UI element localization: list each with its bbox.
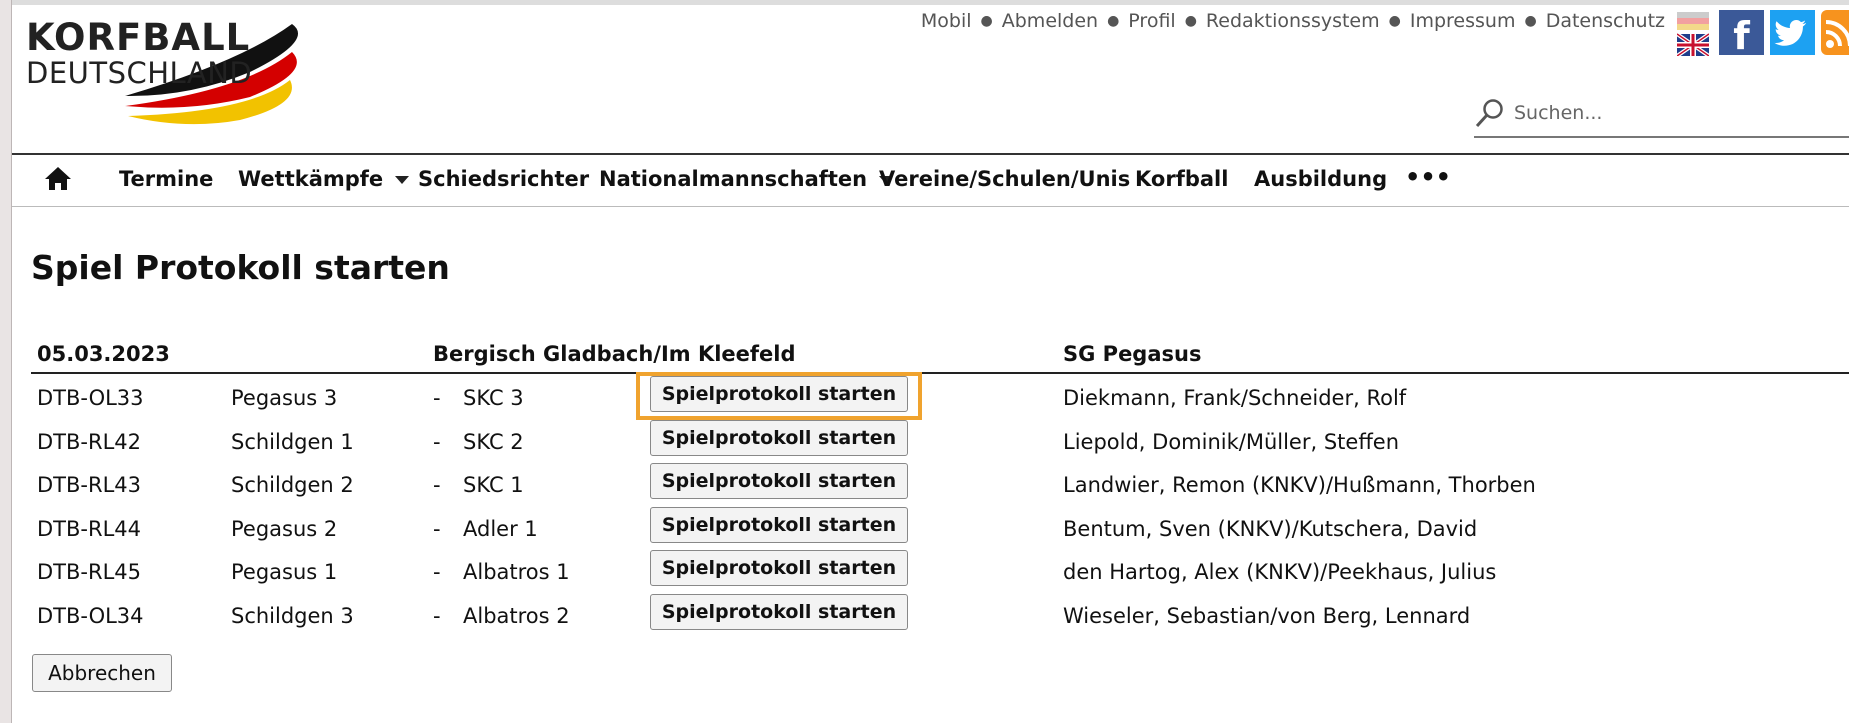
link-impressum[interactable]: Impressum <box>1410 10 1516 32</box>
referees: den Hartog, Alex (KNKV)/Peekhaus, Julius <box>1063 560 1497 584</box>
nav-item-schiedsrichter[interactable]: Schiedsrichter <box>418 167 589 191</box>
start-protocol-button[interactable]: Spielprotokoll starten <box>650 550 908 586</box>
window-top-border <box>0 0 1849 5</box>
cancel-button[interactable]: Abbrechen <box>32 654 172 692</box>
home-icon[interactable] <box>44 165 72 196</box>
header-divider <box>31 372 1849 374</box>
page-title: Spiel Protokoll starten <box>31 248 450 287</box>
away-team: SKC 3 <box>463 386 524 410</box>
away-team: SKC 2 <box>463 430 524 454</box>
logo-text-deutschland: DEUTSCHLAND <box>26 56 253 90</box>
rss-icon[interactable] <box>1821 10 1849 55</box>
table-row: DTB-RL45 Pegasus 1 - Albatros 1 Spielpro… <box>0 550 1849 593</box>
uk-flag-icon[interactable] <box>1675 32 1711 58</box>
home-team: Pegasus 1 <box>231 560 338 584</box>
top-links: Mobil ● Abmelden ● Profil ● Redaktionssystem ● I… <box>921 10 1665 32</box>
start-protocol-button[interactable]: Spielprotokoll starten <box>650 420 908 456</box>
game-code: DTB-OL34 <box>37 604 144 628</box>
nav-item-ausbildung[interactable]: Ausbildung <box>1254 167 1387 191</box>
link-datenschutz[interactable]: Datenschutz <box>1546 10 1665 32</box>
away-team: SKC 1 <box>463 473 524 497</box>
game-code: DTB-OL33 <box>37 386 144 410</box>
language-flags <box>1675 12 1711 58</box>
separator-dash: - <box>433 517 441 541</box>
away-team: Adler 1 <box>463 517 538 541</box>
table-row: DTB-RL44 Pegasus 2 - Adler 1 Spielprotok… <box>0 507 1849 550</box>
separator-dash: - <box>433 386 441 410</box>
home-team: Schildgen 3 <box>231 604 354 628</box>
separator-dot: ● <box>1184 13 1197 29</box>
game-code: DTB-RL42 <box>37 430 141 454</box>
home-team: Schildgen 1 <box>231 430 354 454</box>
match-date: 05.03.2023 <box>37 342 170 366</box>
table-row: DTB-OL33 Pegasus 3 - SKC 3 Spielprotokol… <box>0 376 1849 419</box>
game-code: DTB-RL43 <box>37 473 141 497</box>
more-menu-icon[interactable]: ••• <box>1405 163 1451 191</box>
nav-item-nationalmannschaften[interactable]: Nationalmannschaften <box>599 167 894 191</box>
main-nav: Termine Wettkämpfe Schiedsrichter Nation… <box>12 155 1849 206</box>
separator-dash: - <box>433 604 441 628</box>
focus-highlight <box>636 372 922 420</box>
logo-text-korfball: KORFBALL <box>26 16 251 59</box>
search-input[interactable] <box>1512 98 1836 128</box>
home-team: Schildgen 2 <box>231 473 354 497</box>
separator-dash: - <box>433 473 441 497</box>
nav-item-korfball[interactable]: Korfball <box>1135 167 1228 191</box>
chevron-down-icon <box>395 176 410 184</box>
start-protocol-button[interactable]: Spielprotokoll starten <box>650 507 908 543</box>
nav-bottom-border <box>12 206 1849 207</box>
home-team: Pegasus 2 <box>231 517 338 541</box>
nav-item-vereine[interactable]: Vereine/Schulen/Unis <box>879 167 1130 191</box>
search-box <box>1474 96 1849 138</box>
separator-dash: - <box>433 560 441 584</box>
referees: Liepold, Dominik/Müller, Steffen <box>1063 430 1400 454</box>
nav-item-label: Nationalmannschaften <box>599 167 868 191</box>
game-code: DTB-RL44 <box>37 517 141 541</box>
home-team: Pegasus 3 <box>231 386 338 410</box>
search-icon[interactable] <box>1474 98 1504 130</box>
link-abmelden[interactable]: Abmelden <box>1002 10 1098 32</box>
organizer-club: SG Pegasus <box>1063 342 1202 366</box>
away-team: Albatros 1 <box>463 560 570 584</box>
separator-dot: ● <box>1524 13 1537 29</box>
separator-dash: - <box>433 430 441 454</box>
facebook-icon[interactable]: f <box>1719 10 1764 55</box>
twitter-icon[interactable] <box>1770 10 1815 55</box>
separator-dot: ● <box>980 13 993 29</box>
link-mobil[interactable]: Mobil <box>921 10 972 32</box>
german-flag-icon[interactable] <box>1677 12 1709 30</box>
table-row: DTB-RL43 Schildgen 2 - SKC 1 Spielprotok… <box>0 463 1849 506</box>
separator-dot: ● <box>1107 13 1120 29</box>
start-protocol-button[interactable]: Spielprotokoll starten <box>650 594 908 630</box>
start-protocol-button[interactable]: Spielprotokoll starten <box>650 463 908 499</box>
referees: Diekmann, Frank/Schneider, Rolf <box>1063 386 1407 410</box>
nav-item-wettkaempfe[interactable]: Wettkämpfe <box>238 167 410 191</box>
away-team: Albatros 2 <box>463 604 570 628</box>
nav-item-label: Wettkämpfe <box>238 167 384 191</box>
referees: Bentum, Sven (KNKV)/Kutschera, David <box>1063 517 1478 541</box>
table-row: DTB-RL42 Schildgen 1 - SKC 2 Spielprotok… <box>0 420 1849 463</box>
link-profil[interactable]: Profil <box>1128 10 1175 32</box>
referees: Landwier, Remon (KNKV)/Hußmann, Thorben <box>1063 473 1536 497</box>
table-row: DTB-OL34 Schildgen 3 - Albatros 2 Spielp… <box>0 594 1849 637</box>
match-venue: Bergisch Gladbach/Im Kleefeld <box>433 342 796 366</box>
separator-dot: ● <box>1388 13 1401 29</box>
site-logo[interactable]: KORFBALL DEUTSCHLAND <box>20 12 350 147</box>
game-code: DTB-RL45 <box>37 560 141 584</box>
referees: Wieseler, Sebastian/von Berg, Lennard <box>1063 604 1471 628</box>
link-redaktionssystem[interactable]: Redaktionssystem <box>1206 10 1380 32</box>
nav-item-termine[interactable]: Termine <box>119 167 213 191</box>
